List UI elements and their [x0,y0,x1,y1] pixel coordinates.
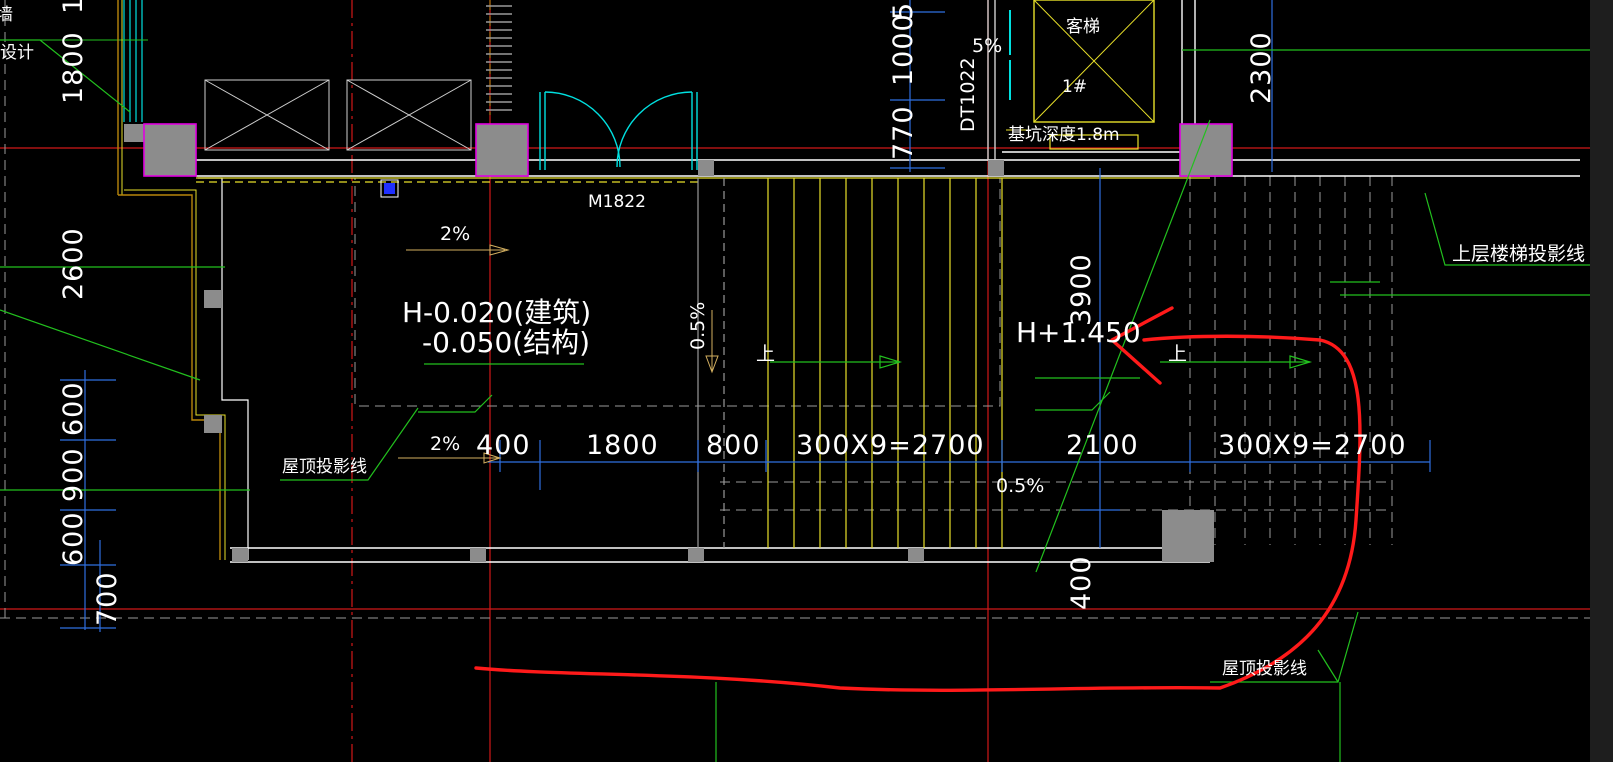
dim-v-900: 900 [58,447,89,502]
dim-v-2300: 2300 [1246,31,1277,104]
upper-stair-projection-label: 上层楼梯投影线 [1452,243,1585,265]
cad-floor-plan-canvas[interactable]: M1822 客梯 1# DT1022 基坑深度1.8m H-0.020(建筑) … [0,0,1613,762]
elevator-name-label: 客梯 [1066,17,1100,37]
slope-2pct-b-label: 2% [430,433,460,455]
blue-marker [384,183,395,194]
elevator-code-label: DT1022 [957,57,979,132]
top-left-fragment-label: 墙 [0,5,13,25]
right-scroll-edge [1590,0,1613,762]
dim-h-400: 400 [476,430,531,461]
up-label-a: 上 [756,343,775,365]
elevation-h1b-label: -0.050(结构) [422,326,590,359]
dim-v-600-a: 600 [58,381,89,436]
slope-2pct-a-label: 2% [440,223,470,245]
dim-h-2700-a: 300X9=2700 [796,430,985,461]
dim-v-600-b: 600 [58,511,89,566]
door-label: M1822 [588,192,646,212]
dim-h-2100: 2100 [1066,430,1139,461]
slope-05-b-label: 0.5% [996,475,1044,497]
dim-h-800: 800 [706,430,761,461]
dim-v-2600: 2600 [58,227,89,300]
slope-5pct-label: 5% [972,35,1002,57]
dim-v-700: 700 [92,571,123,626]
canvas-background [0,0,1613,762]
slope-05-a-label: 0.5% [687,302,709,350]
up-label-b: 上 [1168,343,1187,365]
dim-v-1800: 1800 [58,31,89,104]
elevator-number-label: 1# [1062,77,1087,97]
dim-v-5: 5 [888,2,919,20]
dim-v-1-fragment: 1 [58,0,89,14]
roof-projection-b-label: 屋顶投影线 [1222,659,1307,679]
dim-h-2700-b: 300X9=2700 [1218,430,1407,461]
dim-v-1000: 1000 [888,13,919,86]
design-fragment-label: 设计 [0,43,34,63]
elevation-h1-label: H-0.020(建筑) [402,296,591,329]
dim-v-770: 770 [888,105,919,160]
pit-depth-label: 基坑深度1.8m [1008,125,1120,145]
roof-projection-a-label: 屋顶投影线 [282,457,367,477]
dim-v-3900: 3900 [1066,253,1097,326]
dim-v-400: 400 [1066,555,1097,610]
dim-h-1800: 1800 [586,430,659,461]
